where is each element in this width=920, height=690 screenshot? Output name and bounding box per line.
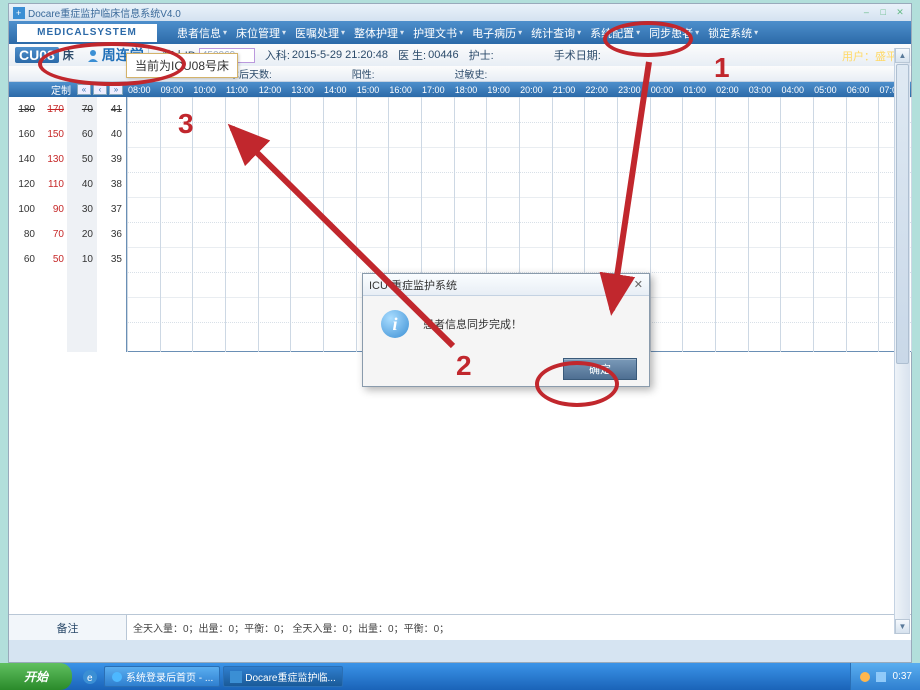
menu-emr[interactable]: 电子病历▾	[472, 25, 522, 41]
close-button[interactable]: ✕	[893, 7, 907, 18]
bed-unit: 床	[63, 47, 74, 63]
bed-tooltip: 当前为ICU08号床	[126, 53, 238, 78]
menu-sync[interactable]: 同步患者▾	[649, 25, 699, 41]
footer-value: 全天入量：0；出量：0；平衡：0； 全天入量：0；出量：0；平衡：0；	[127, 615, 911, 640]
ruler-hours: 08:0009:0010:0011:0012:0013:0014:0015:00…	[127, 85, 911, 95]
min-button[interactable]: –	[859, 7, 873, 17]
menu-care[interactable]: 整体护理▾	[354, 25, 404, 41]
dialog-ok-button[interactable]: 确定	[563, 358, 637, 380]
menu-bed-mgmt[interactable]: 床位管理▾	[236, 25, 286, 41]
title-bar: + Docare重症监护临床信息系统V4.0 – □ ✕	[9, 4, 911, 21]
menu-order[interactable]: 医嘱处理▾	[295, 25, 345, 41]
taskbar: 开始 e 系统登录后首页 - ... Docare重症监护临... 0:37	[0, 663, 920, 690]
bed-code: CU08	[15, 47, 59, 63]
ruler-last[interactable]: »	[109, 84, 123, 95]
menu-stats[interactable]: 统计查询▾	[531, 25, 581, 41]
tray-icon	[859, 671, 871, 683]
menu-syscfg[interactable]: 系统配置▾	[590, 25, 640, 41]
brand-logo: MEDICALSYSTEM	[17, 24, 157, 42]
menu-patient-info[interactable]: 患者信息▾	[177, 25, 227, 41]
menu-doc[interactable]: 护理文书▾	[413, 25, 463, 41]
scroll-thumb[interactable]	[896, 64, 909, 364]
allergy-label: 过敏史:	[455, 66, 488, 81]
footer-row: 备注 全天入量：0；出量：0；平衡：0； 全天入量：0；出量：0；平衡：0；	[9, 614, 911, 640]
y-axis: 1801601401201008060 170150130110907050 7…	[9, 97, 127, 352]
tray-clock: 0:37	[893, 671, 912, 682]
doctor-label: 医 生:	[398, 47, 426, 63]
positive-label: 阳性:	[352, 66, 375, 81]
ruler-prev[interactable]: ‹	[93, 84, 107, 95]
admit-value: 2015-5-29 21:20:48	[292, 49, 388, 61]
menu-bar: MEDICALSYSTEM 患者信息▾ 床位管理▾ 医嘱处理▾ 整体护理▾ 护理…	[9, 21, 911, 44]
scroll-up[interactable]: ▲	[895, 48, 910, 63]
svg-text:+: +	[16, 8, 21, 18]
lower-blank	[9, 352, 911, 614]
vertical-scrollbar[interactable]: ▲ ▼	[894, 48, 910, 634]
info-icon: i	[381, 310, 409, 338]
menu-lock[interactable]: 锁定系统▾	[708, 25, 758, 41]
ruler-first[interactable]: «	[77, 84, 91, 95]
nurse-label: 护士:	[469, 47, 494, 63]
ie-quicklaunch[interactable]: e	[78, 665, 102, 689]
task-item-1[interactable]: 系统登录后首页 - ...	[104, 666, 220, 687]
window-title: Docare重症监护临床信息系统V4.0	[28, 5, 181, 20]
max-button[interactable]: □	[876, 7, 890, 17]
tray-icon	[875, 671, 887, 683]
admit-label: 入科:	[265, 47, 290, 63]
sync-dialog: ICU 重症监护系统 ✕ i 患者信息同步完成！ 确定	[362, 273, 650, 387]
surgery-date-label: 手术日期:	[554, 47, 601, 63]
app-icon: +	[13, 7, 25, 19]
footer-label: 备注	[9, 615, 127, 640]
scroll-down[interactable]: ▼	[895, 619, 910, 634]
start-button[interactable]: 开始	[0, 663, 72, 690]
dialog-message: 患者信息同步完成！	[423, 316, 522, 332]
time-ruler: 定制 « ‹ » 08:0009:0010:0011:0012:0013:001…	[9, 82, 911, 97]
doctor-value: 00446	[428, 49, 459, 61]
svg-text:e: e	[87, 673, 93, 684]
dialog-title: ICU 重症监护系统	[369, 277, 457, 293]
system-tray[interactable]: 0:37	[850, 663, 920, 690]
ruler-custom[interactable]: 定制	[51, 82, 71, 97]
task-item-2[interactable]: Docare重症监护临...	[223, 666, 343, 687]
dialog-close[interactable]: ✕	[634, 278, 643, 291]
current-user: 用户：盛平	[842, 48, 897, 64]
person-icon	[86, 48, 100, 62]
